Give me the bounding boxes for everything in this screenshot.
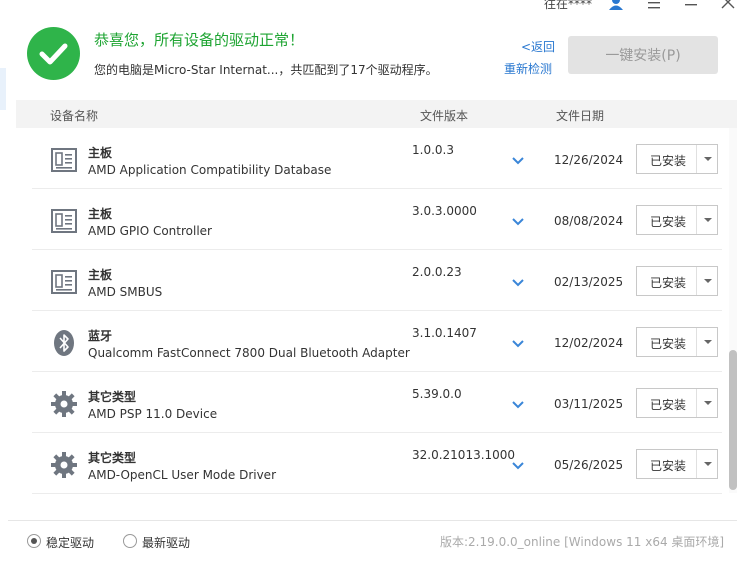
install-state-dropdown[interactable]: 已安装 xyxy=(636,388,718,418)
device-date: 08/08/2024 xyxy=(554,214,624,228)
stable-driver-label[interactable]: 稳定驱动 xyxy=(46,534,94,551)
device-row: 主板 AMD SMBUS 2.0.0.23 02/13/2025 已安装 xyxy=(32,250,722,311)
gear-icon xyxy=(50,390,78,418)
dropdown-divider xyxy=(696,389,697,417)
dropdown-arrow-icon xyxy=(704,340,712,344)
device-row: 主板 AMD Application Compatibility Databas… xyxy=(32,128,722,189)
menu-icon[interactable] xyxy=(642,0,666,10)
device-category: 其它类型 xyxy=(88,390,137,404)
success-icon xyxy=(27,27,80,80)
dropdown-divider xyxy=(696,145,697,173)
gear-icon xyxy=(50,451,78,479)
column-header: 设备名称 文件版本 文件日期 xyxy=(16,100,737,128)
device-version: 3.0.3.0000 xyxy=(412,204,477,218)
host-sidebar-strip xyxy=(0,68,6,110)
status-title: 恭喜您，所有设备的驱动正常！ xyxy=(94,31,305,49)
device-version: 32.0.21013.1000 xyxy=(412,448,516,462)
dropdown-arrow-icon xyxy=(704,401,712,405)
device-date: 12/02/2024 xyxy=(554,336,624,350)
dropdown-divider xyxy=(696,267,697,295)
dropdown-divider xyxy=(696,328,697,356)
device-name: AMD GPIO Controller xyxy=(88,224,212,238)
device-version: 5.39.0.0 xyxy=(412,387,462,401)
dropdown-arrow-icon xyxy=(704,462,712,466)
dropdown-arrow-icon xyxy=(704,279,712,283)
user-icon[interactable] xyxy=(604,0,628,10)
close-icon[interactable] xyxy=(716,0,737,10)
install-state-dropdown[interactable]: 已安装 xyxy=(636,144,718,174)
install-state-dropdown[interactable]: 已安装 xyxy=(636,327,718,357)
device-row: 其它类型 AMD PSP 11.0 Device 5.39.0.0 03/11/… xyxy=(32,372,722,433)
device-name: AMD-OpenCL User Mode Driver xyxy=(88,468,276,482)
device-category: 主板 xyxy=(88,146,113,160)
device-version: 1.0.0.3 xyxy=(412,143,454,157)
chevron-down-icon[interactable] xyxy=(510,274,526,287)
footer-divider xyxy=(8,520,737,521)
chevron-down-icon[interactable] xyxy=(510,396,526,409)
install-all-button[interactable]: 一键安装(P) xyxy=(568,36,718,74)
device-category: 其它类型 xyxy=(88,451,137,465)
device-category: 蓝牙 xyxy=(88,329,113,343)
device-row: 主板 AMD GPIO Controller 3.0.3.0000 08/08/… xyxy=(32,189,722,250)
install-state-label: 已安装 xyxy=(650,398,687,412)
device-date: 05/26/2025 xyxy=(554,458,624,472)
device-name: AMD Application Compatibility Database xyxy=(88,163,332,177)
chevron-down-icon[interactable] xyxy=(510,457,526,470)
install-state-label: 已安装 xyxy=(650,215,687,229)
status-subtitle: 您的电脑是Micro-Star Internat...，共匹配到了17个驱动程序… xyxy=(94,63,438,77)
scrollbar-thumb[interactable] xyxy=(729,350,737,490)
chevron-down-icon[interactable] xyxy=(510,152,526,165)
device-version: 3.1.0.1407 xyxy=(412,326,477,340)
device-name: AMD PSP 11.0 Device xyxy=(88,407,218,421)
device-name: AMD SMBUS xyxy=(88,285,163,299)
latest-driver-radio[interactable] xyxy=(123,534,137,548)
motherboard-icon xyxy=(50,268,78,296)
install-state-label: 已安装 xyxy=(650,459,687,473)
dropdown-divider xyxy=(696,206,697,234)
dropdown-arrow-icon xyxy=(704,157,712,161)
device-date: 02/13/2025 xyxy=(554,275,624,289)
install-state-label: 已安装 xyxy=(650,154,687,168)
device-date: 12/26/2024 xyxy=(554,153,624,167)
minimize-icon[interactable] xyxy=(679,0,703,10)
column-file-version: 文件版本 xyxy=(420,109,469,123)
user-name[interactable]: 往在**** xyxy=(544,0,592,12)
bluetooth-icon xyxy=(50,329,78,357)
device-category: 主板 xyxy=(88,268,113,282)
install-state-label: 已安装 xyxy=(650,276,687,290)
chevron-down-icon[interactable] xyxy=(510,335,526,348)
rescan-link[interactable]: 重新检测 xyxy=(504,60,552,77)
device-date: 03/11/2025 xyxy=(554,397,624,411)
dropdown-divider xyxy=(696,450,697,478)
install-state-dropdown[interactable]: 已安装 xyxy=(636,266,718,296)
device-category: 主板 xyxy=(88,207,113,221)
motherboard-icon xyxy=(50,146,78,174)
column-file-date: 文件日期 xyxy=(556,109,605,123)
dropdown-arrow-icon xyxy=(704,218,712,222)
latest-driver-label[interactable]: 最新驱动 xyxy=(142,534,190,551)
device-row: 蓝牙 Qualcomm FastConnect 7800 Dual Blueto… xyxy=(32,311,722,372)
install-state-label: 已安装 xyxy=(650,337,687,351)
version-info: 版本:2.19.0.0_online [Windows 11 x64 桌面环境] xyxy=(440,535,725,549)
install-state-dropdown[interactable]: 已安装 xyxy=(636,449,718,479)
motherboard-icon xyxy=(50,207,78,235)
install-state-dropdown[interactable]: 已安装 xyxy=(636,205,718,235)
back-link[interactable]: <返回 xyxy=(521,38,555,55)
column-device-name: 设备名称 xyxy=(50,109,99,123)
chevron-down-icon[interactable] xyxy=(510,213,526,226)
device-row: 其它类型 AMD-OpenCL User Mode Driver 32.0.21… xyxy=(32,433,722,494)
device-name: Qualcomm FastConnect 7800 Dual Bluetooth… xyxy=(88,346,410,360)
stable-driver-radio[interactable] xyxy=(27,534,41,548)
device-version: 2.0.0.23 xyxy=(412,265,462,279)
